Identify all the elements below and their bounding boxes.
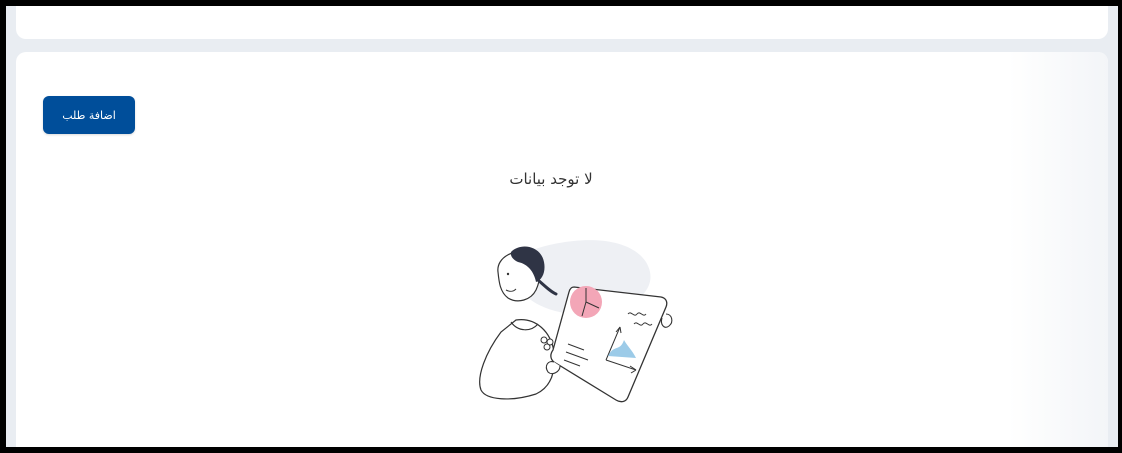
person-body bbox=[479, 319, 556, 400]
header-card bbox=[16, 6, 1108, 39]
app-frame: اضافة طلب لا توجد بيانات bbox=[6, 6, 1118, 447]
empty-state-message: لا توجد بيانات bbox=[509, 170, 593, 188]
empty-state-illustration bbox=[479, 240, 673, 403]
content-card: اضافة طلب لا توجد بيانات bbox=[16, 52, 1108, 447]
add-request-button[interactable]: اضافة طلب bbox=[43, 96, 135, 134]
page-scrollbar[interactable] bbox=[1110, 6, 1118, 447]
